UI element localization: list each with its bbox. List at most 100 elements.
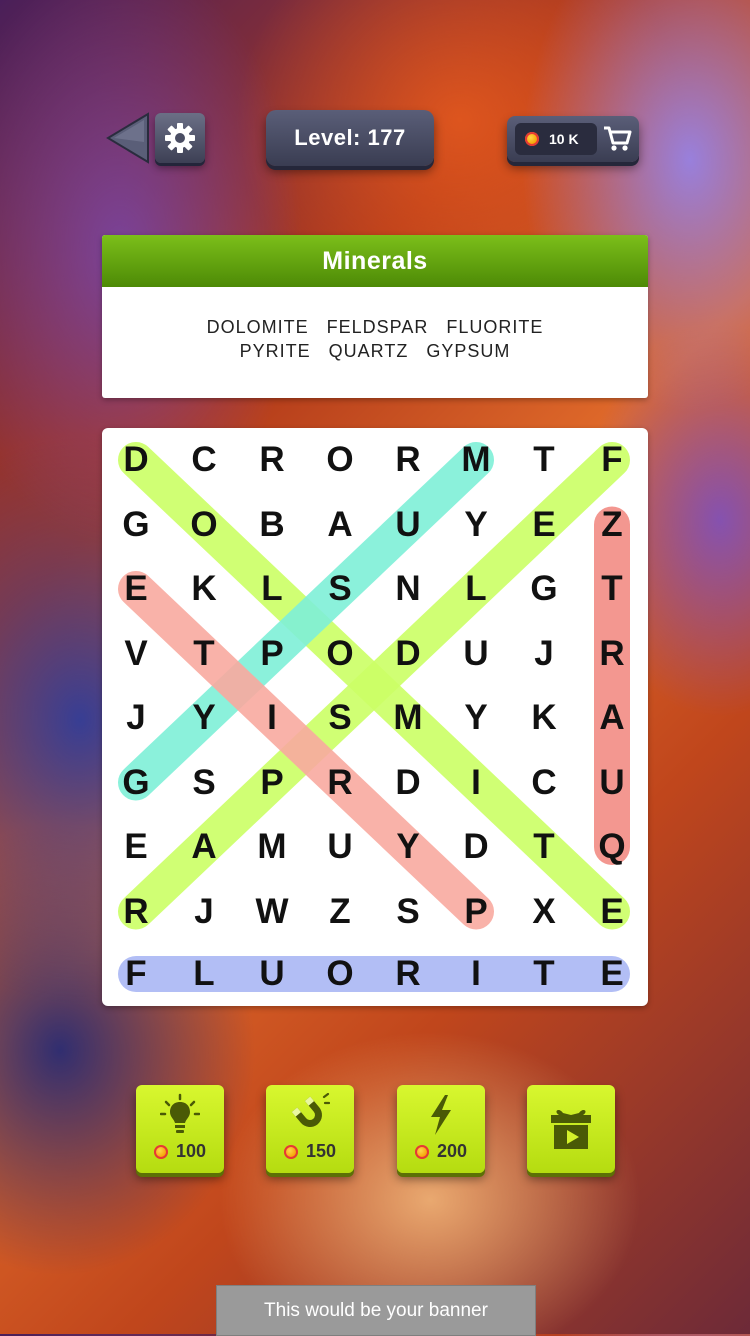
answer-letter: L [193,954,215,993]
grid-letter[interactable]: I [242,693,302,743]
grid-letter[interactable]: X [514,887,574,937]
grid-letter[interactable]: A [310,500,370,550]
grid-letter[interactable]: T [514,822,574,872]
grid-letter[interactable]: A [174,822,234,872]
grid-letter[interactable]: S [310,564,370,614]
grid-letter[interactable]: Z [310,887,370,937]
grid-letter[interactable]: R [582,629,642,679]
grid-letter[interactable]: L [242,564,302,614]
grid-letter[interactable]: J [174,887,234,937]
grid-letter[interactable]: J [106,693,166,743]
grid-letter[interactable]: P [242,758,302,808]
grid-letter[interactable]: O [310,435,370,485]
grid-letter[interactable]: M [378,693,438,743]
grid-letter[interactable]: D [378,629,438,679]
letter-grid[interactable]: DCRORMTFGOBAUYEZEKLSNLGTVTPODUJRJYISMYKA… [102,428,648,1006]
word-list-row-2: PYRITE QUARTZ GYPSUM [102,339,648,363]
grid-letter[interactable]: S [378,887,438,937]
grid-letter[interactable]: S [310,693,370,743]
word-list: DOLOMITE FELDSPAR FLUORITE PYRITE QUARTZ… [102,315,648,363]
free-gift-video-button[interactable] [527,1085,615,1173]
grid-letter[interactable]: Y [446,500,506,550]
grid-letter[interactable]: S [174,758,234,808]
grid-letter[interactable]: R [242,435,302,485]
grid-letter[interactable]: E [106,564,166,614]
word-item: GYPSUM [426,341,511,361]
grid-letter[interactable]: U [378,500,438,550]
word-item: QUARTZ [328,341,409,361]
lightbulb-icon [160,1093,200,1133]
grid-letter[interactable]: K [514,693,574,743]
grid-letter[interactable]: Q [582,822,642,872]
grid-letter[interactable]: O [174,500,234,550]
coin-count: 10 K [549,131,579,147]
grid-letter[interactable]: M [242,822,302,872]
magnet-powerup-button[interactable]: 150 [266,1085,354,1173]
magnet-icon [291,1093,330,1127]
grid-letter[interactable]: J [514,629,574,679]
grid-letter[interactable]: P [446,887,506,937]
grid-letter[interactable]: R [310,758,370,808]
grid-letter[interactable]: N [378,564,438,614]
grid-letter[interactable]: L [446,564,506,614]
answer-letter: I [471,954,481,993]
grid-letter[interactable]: U [446,629,506,679]
word-item: PYRITE [239,341,311,361]
grid-letter[interactable]: Z [582,500,642,550]
ad-banner[interactable]: This would be your banner [216,1285,536,1336]
level-label: Level: 177 [294,125,406,150]
grid-letter[interactable]: T [174,629,234,679]
answer-letter: E [600,954,624,993]
coin-icon [525,132,539,146]
coin-icon [283,1144,298,1159]
settings-button[interactable] [155,113,205,163]
grid-letter[interactable]: G [514,564,574,614]
grid-letter[interactable]: R [378,435,438,485]
grid-letter[interactable]: C [174,435,234,485]
grid-letter[interactable]: C [514,758,574,808]
grid-letter[interactable]: E [582,887,642,937]
grid-letter[interactable]: E [514,500,574,550]
grid-letter[interactable]: W [242,887,302,937]
grid-letter[interactable]: Y [174,693,234,743]
grid-letter[interactable]: T [514,435,574,485]
coins-shop-button[interactable]: 10 K [507,116,639,162]
magnet-price-value: 150 [305,1141,337,1161]
grid-letter[interactable]: P [242,629,302,679]
banner-text: This would be your banner [264,1299,488,1321]
grid-letter[interactable]: M [446,435,506,485]
magnet-price: 150 [266,1141,354,1162]
grid-letter[interactable]: T [582,564,642,614]
word-item: FLUORITE [446,317,544,337]
coin-balance: 10 K [515,123,597,155]
grid-letter[interactable]: A [582,693,642,743]
category-card: Minerals DOLOMITE FELDSPAR FLUORITE PYRI… [102,235,648,398]
gear-icon [165,123,195,153]
grid-letter[interactable]: U [310,822,370,872]
grid-letter[interactable]: D [446,822,506,872]
back-button[interactable] [104,112,152,164]
category-title: Minerals [102,235,648,287]
grid-letter[interactable]: F [582,435,642,485]
grid-letter[interactable]: V [106,629,166,679]
grid-letter[interactable]: B [242,500,302,550]
grid-letter[interactable]: G [106,500,166,550]
grid-letter[interactable]: D [106,435,166,485]
grid-letter[interactable]: Y [446,693,506,743]
word-item: FELDSPAR [326,317,429,337]
grid-letter[interactable]: R [106,887,166,937]
grid-letter[interactable]: O [310,629,370,679]
grid-letter[interactable]: D [378,758,438,808]
grid-letter[interactable]: Y [378,822,438,872]
answer-letter: O [326,954,354,993]
back-arrow-icon [106,112,149,164]
hint-powerup-button[interactable]: 100 [136,1085,224,1173]
grid-letter[interactable]: E [106,822,166,872]
grid-letter[interactable]: K [174,564,234,614]
grid-letter[interactable]: U [582,758,642,808]
grid-letter[interactable]: I [446,758,506,808]
lightning-powerup-button[interactable]: 200 [397,1085,485,1173]
lightning-price-value: 200 [436,1141,468,1161]
answer-letter: F [125,954,147,993]
grid-letter[interactable]: G [106,758,166,808]
